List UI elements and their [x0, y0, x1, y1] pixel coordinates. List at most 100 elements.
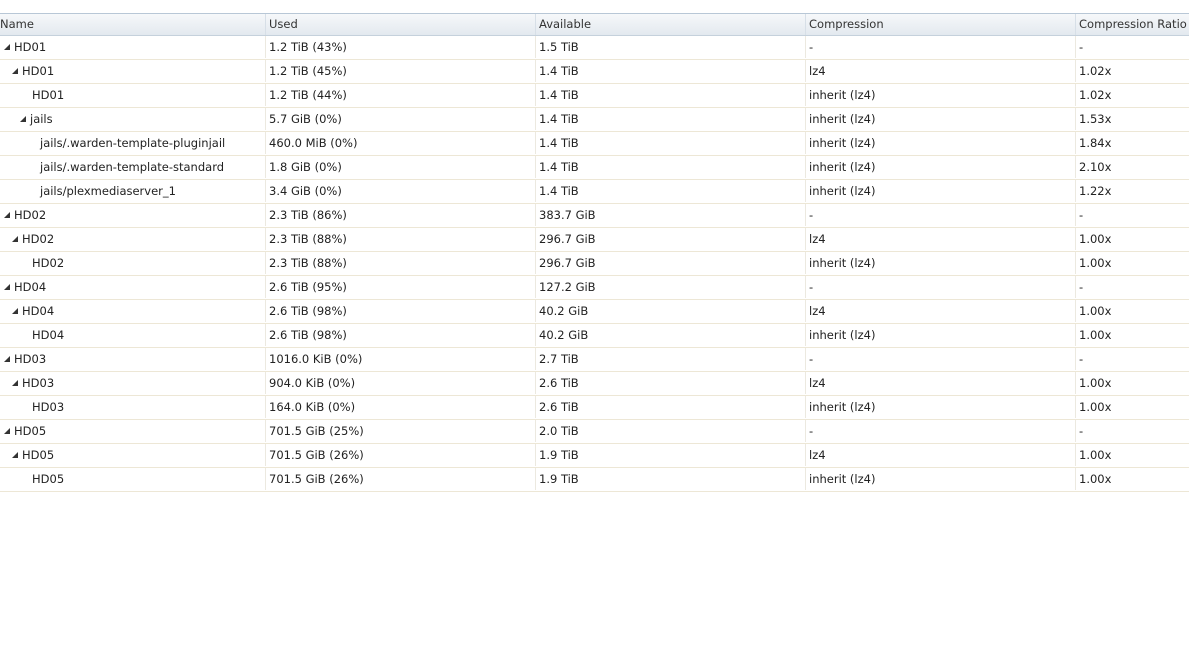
dataset-name: jails [30, 112, 53, 126]
cell-compression-ratio: - [1075, 276, 1189, 298]
cell-used: 904.0 KiB (0%) [265, 372, 535, 394]
cell-name: HD05 [0, 468, 265, 490]
table-row[interactable]: HD05 701.5 GiB (25%) 2.0 TiB - - [0, 420, 1189, 444]
cell-name: HD02 [0, 252, 265, 274]
table-row[interactable]: HD01 1.2 TiB (45%) 1.4 TiB lz4 1.02x [0, 60, 1189, 84]
table-row[interactable]: jails/.warden-template-pluginjail 460.0 M… [0, 132, 1189, 156]
column-header-compression[interactable]: Compression [805, 14, 1075, 35]
expand-triangle-icon[interactable] [20, 115, 26, 122]
cell-compression-ratio: 1.00x [1075, 396, 1189, 418]
table-row[interactable]: HD04 2.6 TiB (95%) 127.2 GiB - - [0, 276, 1189, 300]
cell-compression-ratio: - [1075, 420, 1189, 442]
grid-body: HD01 1.2 TiB (43%) 1.5 TiB - - HD01 1.2 TiB (4… [0, 36, 1189, 492]
dataset-name: HD03 [32, 400, 65, 414]
cell-available: 40.2 GiB [535, 324, 805, 346]
dataset-name: HD01 [22, 64, 55, 78]
dataset-name: HD05 [14, 424, 47, 438]
cell-available: 1.5 TiB [535, 36, 805, 58]
table-row[interactable]: HD03 1016.0 KiB (0%) 2.7 TiB - - [0, 348, 1189, 372]
cell-used: 1.2 TiB (44%) [265, 84, 535, 106]
table-row[interactable]: HD03 904.0 KiB (0%) 2.6 TiB lz4 1.00x [0, 372, 1189, 396]
dataset-name: HD04 [14, 280, 47, 294]
cell-compression: inherit (lz4) [805, 468, 1075, 490]
cell-compression-ratio: 1.00x [1075, 372, 1189, 394]
cell-compression: - [805, 276, 1075, 298]
table-row[interactable]: HD02 2.3 TiB (88%) 296.7 GiB lz4 1.00x [0, 228, 1189, 252]
cell-compression-ratio: 1.53x [1075, 108, 1189, 130]
table-row[interactable]: HD05 701.5 GiB (26%) 1.9 TiB lz4 1.00x [0, 444, 1189, 468]
cell-name: HD01 [0, 60, 265, 82]
cell-used: 701.5 GiB (25%) [265, 420, 535, 442]
table-row[interactable]: HD03 164.0 KiB (0%) 2.6 TiB inherit (lz4) 1.… [0, 396, 1189, 420]
cell-name: HD04 [0, 300, 265, 322]
cell-available: 1.9 TiB [535, 444, 805, 466]
column-header-name[interactable]: Name [0, 14, 265, 35]
expand-triangle-icon[interactable] [4, 427, 10, 434]
cell-available: 1.4 TiB [535, 132, 805, 154]
cell-available: 383.7 GiB [535, 204, 805, 226]
table-row[interactable]: HD02 2.3 TiB (86%) 383.7 GiB - - [0, 204, 1189, 228]
cell-used: 1016.0 KiB (0%) [265, 348, 535, 370]
cell-used: 2.6 TiB (98%) [265, 324, 535, 346]
expand-triangle-icon[interactable] [12, 451, 18, 458]
cell-compression-ratio: - [1075, 204, 1189, 226]
cell-name: jails/plexmediaserver_1 [0, 180, 265, 202]
cell-name: HD02 [0, 228, 265, 250]
cell-used: 1.2 TiB (45%) [265, 60, 535, 82]
cell-available: 1.9 TiB [535, 468, 805, 490]
expand-triangle-icon[interactable] [12, 307, 18, 314]
expand-triangle-icon[interactable] [4, 355, 10, 362]
cell-used: 2.3 TiB (86%) [265, 204, 535, 226]
dataset-name: HD03 [14, 352, 47, 366]
cell-used: 2.6 TiB (95%) [265, 276, 535, 298]
cell-compression: - [805, 204, 1075, 226]
cell-compression: lz4 [805, 444, 1075, 466]
cell-available: 2.6 TiB [535, 372, 805, 394]
dataset-name: jails/.warden-template-pluginjail [40, 136, 226, 150]
cell-compression-ratio: 1.02x [1075, 60, 1189, 82]
cell-compression-ratio: - [1075, 36, 1189, 58]
expand-triangle-icon[interactable] [4, 211, 10, 218]
table-row[interactable]: HD05 701.5 GiB (26%) 1.9 TiB inherit (lz4) 1… [0, 468, 1189, 492]
table-row[interactable]: HD02 2.3 TiB (88%) 296.7 GiB inherit (lz4) 1… [0, 252, 1189, 276]
table-row[interactable]: HD01 1.2 TiB (44%) 1.4 TiB inherit (lz4) 1.0… [0, 84, 1189, 108]
dataset-name: HD05 [32, 472, 65, 486]
cell-available: 2.7 TiB [535, 348, 805, 370]
cell-compression: inherit (lz4) [805, 396, 1075, 418]
cell-compression-ratio: 1.00x [1075, 324, 1189, 346]
column-header-used[interactable]: Used [265, 14, 535, 35]
volumes-tree-grid: Name Used Available Compression Compress… [0, 13, 1189, 492]
cell-compression: inherit (lz4) [805, 156, 1075, 178]
table-row[interactable]: HD01 1.2 TiB (43%) 1.5 TiB - - [0, 36, 1189, 60]
table-row[interactable]: jails 5.7 GiB (0%) 1.4 TiB inherit (lz4) 1.5… [0, 108, 1189, 132]
cell-compression-ratio: 1.02x [1075, 84, 1189, 106]
expand-triangle-icon[interactable] [4, 43, 10, 50]
cell-name: jails/.warden-template-pluginjail [0, 132, 265, 154]
dataset-name: HD02 [14, 208, 47, 222]
dataset-name: HD04 [22, 304, 55, 318]
table-row[interactable]: jails/plexmediaserver_1 3.4 GiB (0%) 1.4 T… [0, 180, 1189, 204]
column-header-available[interactable]: Available [535, 14, 805, 35]
expand-triangle-icon[interactable] [12, 379, 18, 386]
cell-used: 1.2 TiB (43%) [265, 36, 535, 58]
expand-triangle-icon[interactable] [4, 283, 10, 290]
table-row[interactable]: HD04 2.6 TiB (98%) 40.2 GiB lz4 1.00x [0, 300, 1189, 324]
table-row[interactable]: HD04 2.6 TiB (98%) 40.2 GiB inherit (lz4) 1.… [0, 324, 1189, 348]
cell-compression: - [805, 348, 1075, 370]
cell-compression-ratio: 2.10x [1075, 156, 1189, 178]
cell-name: jails/.warden-template-standard [0, 156, 265, 178]
dataset-name: jails/plexmediaserver_1 [40, 184, 176, 198]
cell-compression-ratio: 1.00x [1075, 300, 1189, 322]
cell-compression-ratio: 1.84x [1075, 132, 1189, 154]
cell-name: HD03 [0, 396, 265, 418]
cell-available: 40.2 GiB [535, 300, 805, 322]
cell-name: HD04 [0, 324, 265, 346]
expand-triangle-icon[interactable] [12, 67, 18, 74]
table-row[interactable]: jails/.warden-template-standard 1.8 GiB (… [0, 156, 1189, 180]
cell-compression: - [805, 36, 1075, 58]
cell-used: 5.7 GiB (0%) [265, 108, 535, 130]
cell-name: HD05 [0, 420, 265, 442]
column-header-compression-ratio[interactable]: Compression Ratio [1075, 14, 1189, 35]
expand-triangle-icon[interactable] [12, 235, 18, 242]
cell-available: 1.4 TiB [535, 60, 805, 82]
